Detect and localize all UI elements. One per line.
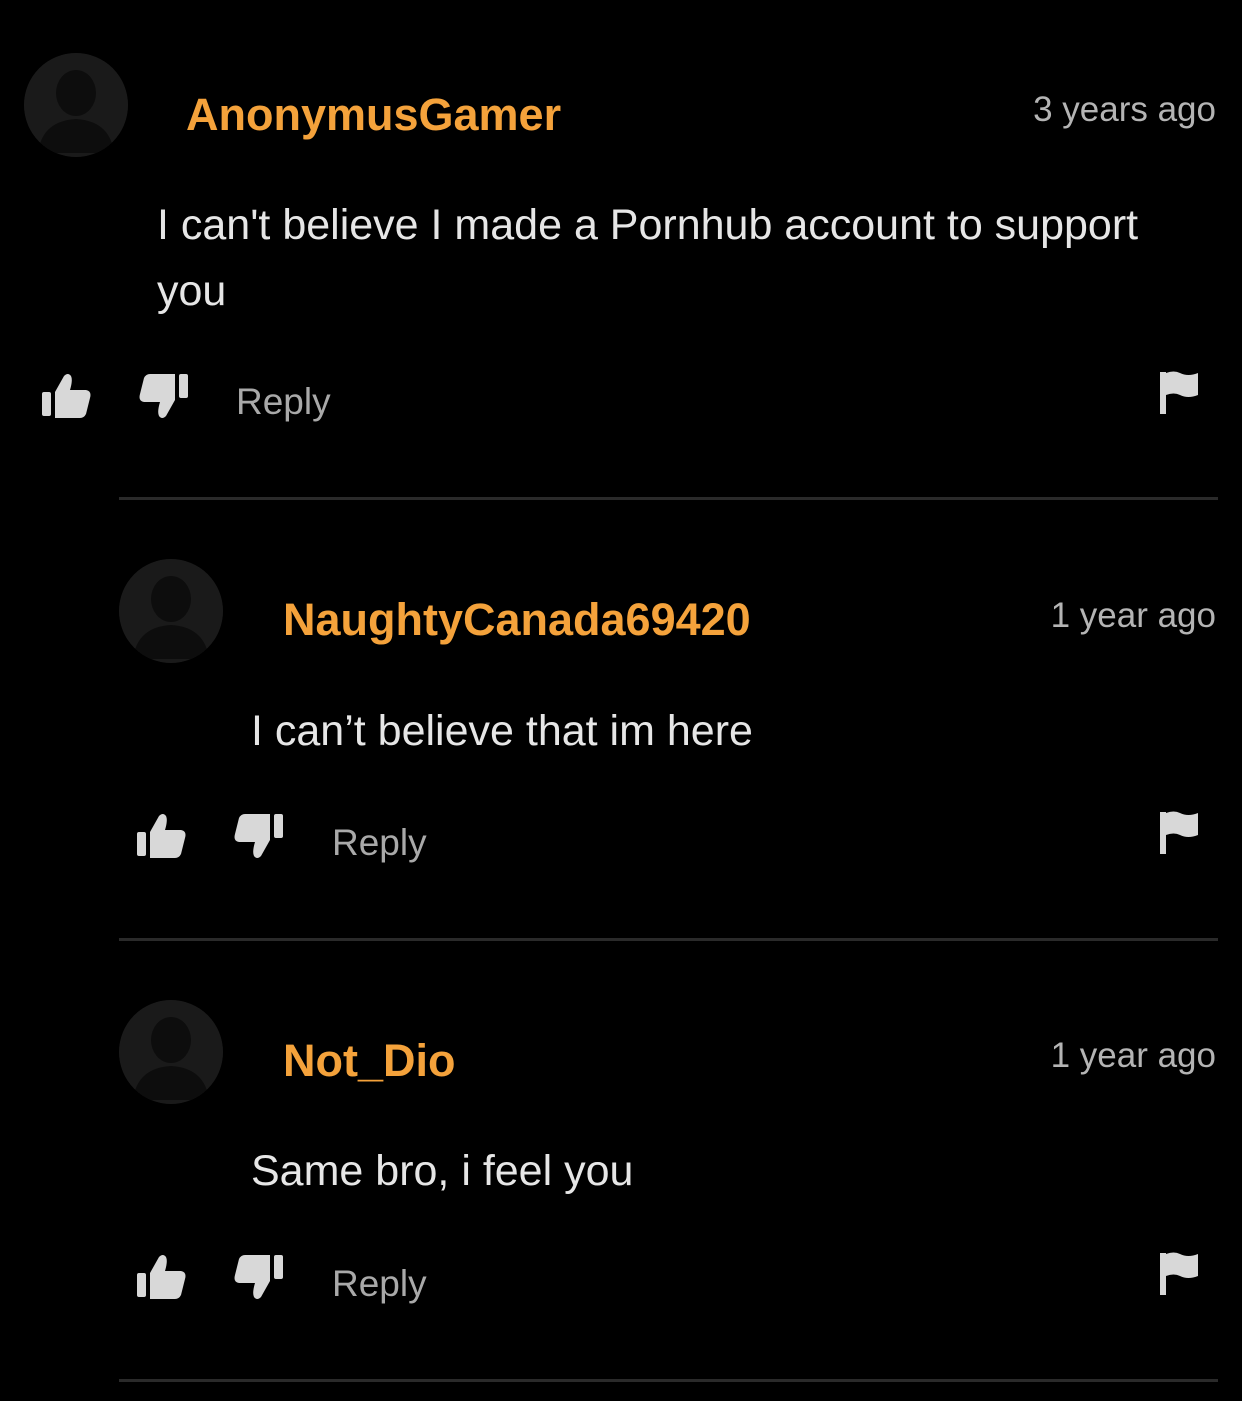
comment-text: I can’t believe that im here xyxy=(251,707,753,755)
comment-timestamp: 1 year ago xyxy=(1050,596,1216,635)
reply-button[interactable]: Reply xyxy=(236,383,331,420)
comment-timestamp: 3 years ago xyxy=(1033,90,1216,129)
comment-divider xyxy=(119,938,1218,941)
thumbs-up-icon[interactable] xyxy=(135,812,187,860)
comment-username[interactable]: NaughtyCanada69420 xyxy=(283,597,751,642)
comment-text: Same bro, i feel you xyxy=(251,1147,634,1195)
comment-divider xyxy=(119,1379,1218,1382)
thumbs-down-icon[interactable] xyxy=(233,1253,285,1301)
flag-icon[interactable] xyxy=(1158,810,1200,856)
reply-button[interactable]: Reply xyxy=(332,824,427,861)
thumbs-up-icon[interactable] xyxy=(135,1253,187,1301)
default-avatar-icon[interactable] xyxy=(119,1000,223,1104)
comment-username[interactable]: AnonymusGamer xyxy=(186,92,561,137)
comment-text: I can't believe I made a Pornhub account… xyxy=(157,201,1139,315)
thumbs-up-icon[interactable] xyxy=(40,372,92,420)
thumbs-down-icon[interactable] xyxy=(138,372,190,420)
comment-divider xyxy=(119,497,1218,500)
flag-icon[interactable] xyxy=(1158,1251,1200,1297)
default-avatar-icon[interactable] xyxy=(119,559,223,663)
thumbs-down-icon[interactable] xyxy=(233,812,285,860)
comment-username[interactable]: Not_Dio xyxy=(283,1038,456,1083)
reply-button[interactable]: Reply xyxy=(332,1265,427,1302)
default-avatar-icon[interactable] xyxy=(24,53,128,157)
flag-icon[interactable] xyxy=(1158,370,1200,416)
comment-timestamp: 1 year ago xyxy=(1050,1036,1216,1075)
